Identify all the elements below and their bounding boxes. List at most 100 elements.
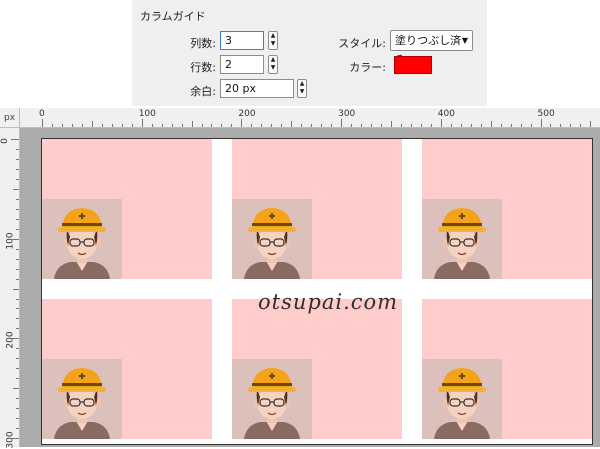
ruler-tick (61, 124, 63, 127)
margin-stepper[interactable]: ▲ ▼ (297, 79, 307, 98)
guide-cell-r2c1 (42, 299, 212, 439)
ruler-tick (470, 124, 472, 127)
watermark-text: otsupai.com (258, 290, 399, 314)
ruler-tick (271, 124, 273, 127)
ruler-tick (16, 268, 19, 270)
columns-field[interactable]: 3 (220, 31, 264, 50)
image-canvas[interactable]: otsupai.com (41, 138, 593, 445)
ruler-tick (16, 258, 19, 260)
ruler-label: 300 (338, 109, 356, 119)
ruler-tick (16, 358, 19, 360)
ruler-tick (16, 278, 19, 280)
ruler-tick (16, 368, 19, 370)
ruler-tick (590, 121, 592, 127)
ruler-tick (560, 124, 562, 127)
ruler-tick (540, 119, 542, 127)
ruler-tick (201, 124, 203, 127)
ruler-tick (480, 124, 482, 127)
worker-hardhat-illustration (42, 199, 122, 279)
ruler-tick (231, 124, 233, 127)
guide-cell-r1c3 (422, 139, 592, 279)
ruler-tick (16, 198, 19, 200)
ruler-label: 0 (39, 109, 45, 119)
guide-cell-r2c3 (422, 299, 592, 439)
ruler-tick (181, 124, 183, 127)
ruler-tick (16, 418, 19, 420)
ruler-tick (211, 124, 213, 127)
ruler-tick (410, 124, 412, 127)
ruler-tick (530, 124, 532, 127)
ruler-label: 200 (5, 331, 16, 349)
guide-cell-r2c2 (232, 299, 402, 439)
style-label: スタイル: (338, 37, 386, 50)
ruler-tick (16, 378, 19, 380)
ruler-tick (400, 124, 402, 127)
ruler-corner: px (0, 108, 20, 128)
ruler-tick (151, 124, 153, 127)
column-guide-panel: カラムガイド 列数: 3 ▲ ▼ 行数: 2 ▲ ▼ 余白: 20 px ▲ ▼ スタ… (132, 0, 487, 106)
ruler-tick (311, 124, 313, 127)
ruler-tick (16, 208, 19, 210)
ruler-tick (16, 318, 19, 320)
ruler-tick (13, 288, 19, 290)
ruler-label: 100 (5, 232, 16, 250)
ruler-tick (390, 121, 392, 127)
ruler-tick (380, 124, 382, 127)
ruler-tick (16, 398, 19, 400)
chevron-down-icon: ▼ (461, 36, 468, 45)
rows-field[interactable]: 2 (220, 55, 264, 74)
ruler-label: 200 (238, 109, 256, 119)
columns-stepper[interactable]: ▲ ▼ (268, 31, 278, 50)
ruler-tick (510, 124, 512, 127)
ruler-tick (16, 168, 19, 170)
ruler-tick (191, 121, 193, 127)
ruler-tick (13, 388, 19, 390)
ruler-tick (141, 119, 143, 127)
ruler-tick (450, 124, 452, 127)
ruler-tick (16, 228, 19, 230)
ruler-tick (16, 298, 19, 300)
work-area: otsupai.com (20, 128, 600, 447)
ruler-label: 100 (138, 109, 156, 119)
horizontal-ruler[interactable]: 0 100 200 300 400 500 (20, 108, 600, 128)
ruler-tick (251, 124, 253, 127)
ruler-tick (16, 218, 19, 220)
ruler-tick (51, 124, 53, 127)
ruler-tick (500, 124, 502, 127)
color-label: カラー: (349, 61, 386, 74)
ruler-tick (171, 124, 173, 127)
ruler-tick (81, 124, 83, 127)
up-down-stepper-icon: ▲ ▼ (270, 56, 276, 71)
margin-field[interactable]: 20 px (220, 79, 294, 98)
ruler-tick (420, 124, 422, 127)
worker-hardhat-illustration (422, 199, 502, 279)
ruler-label: 400 (437, 109, 455, 119)
ruler-tick (161, 124, 163, 127)
ruler-tick (42, 119, 43, 127)
ruler-label: 500 (537, 109, 555, 119)
color-swatch[interactable] (394, 56, 432, 74)
ruler-tick (351, 124, 353, 127)
ruler-tick (16, 308, 19, 310)
ruler-label: 300 (5, 431, 16, 449)
ruler-tick (16, 408, 19, 410)
ruler-tick (91, 121, 93, 127)
ruler-tick (16, 148, 19, 150)
vertical-ruler[interactable]: 0 100 200 300 (0, 128, 20, 449)
style-select[interactable]: 塗りつぶし済み ▼ (390, 30, 473, 66)
ruler-tick (321, 124, 323, 127)
ruler-tick (11, 338, 19, 340)
ruler-tick (16, 328, 19, 330)
ruler-tick (16, 158, 19, 160)
ruler-tick (550, 124, 552, 127)
ruler-tick (16, 178, 19, 180)
worker-hardhat-illustration (232, 199, 312, 279)
ruler-tick (11, 438, 19, 440)
ruler-tick (301, 124, 303, 127)
rows-stepper[interactable]: ▲ ▼ (268, 55, 278, 74)
ruler-tick (341, 119, 343, 127)
ruler-tick (16, 348, 19, 350)
ruler-tick (440, 119, 442, 127)
ruler-tick (460, 124, 462, 127)
ruler-tick (281, 124, 283, 127)
